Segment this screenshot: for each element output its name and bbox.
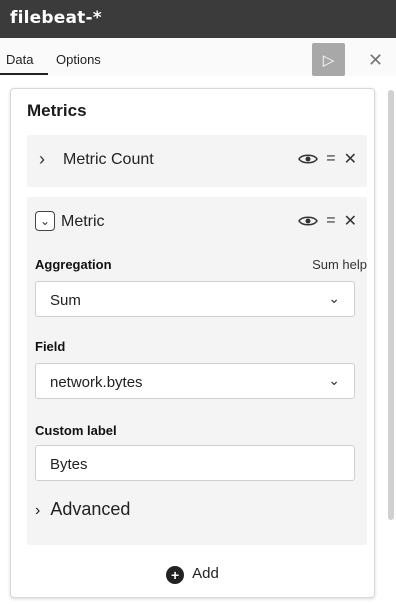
metric-title: Metric	[61, 213, 105, 230]
aggregation-help-link[interactable]: Sum help	[312, 257, 367, 272]
metric-accordion: ⌄ Metric = ✕ Aggregation Sum help Sum ⌄ …	[27, 197, 367, 545]
remove-icon[interactable]: ✕	[344, 211, 357, 231]
add-button[interactable]: + Add	[11, 565, 374, 584]
aggregation-value: Sum	[50, 292, 81, 309]
panel-title: Metrics	[27, 101, 87, 120]
eye-icon[interactable]	[298, 152, 319, 166]
field-label: Field	[35, 339, 66, 354]
aggregation-label: Aggregation	[35, 257, 112, 272]
metric-count-header[interactable]: › Metric Count = ✕	[27, 135, 367, 187]
advanced-toggle[interactable]: › Advanced	[35, 499, 130, 520]
metric-count-title: Metric Count	[63, 151, 154, 168]
plus-circle-icon: +	[166, 566, 185, 584]
field-select[interactable]: network.bytes ⌄	[35, 363, 355, 399]
drag-handle-icon[interactable]: =	[326, 212, 335, 230]
tab-options[interactable]: Options	[56, 52, 101, 67]
scrollbar[interactable]	[388, 90, 394, 520]
drag-handle-icon[interactable]: =	[326, 150, 335, 168]
add-label: Add	[192, 565, 219, 582]
metrics-panel: Metrics › Metric Count = ✕ ⌄ Metric = ✕ …	[10, 88, 375, 598]
metric-header[interactable]: ⌄ Metric = ✕	[27, 197, 367, 249]
field-value: network.bytes	[50, 374, 143, 391]
aggregation-select[interactable]: Sum ⌄	[35, 281, 355, 317]
custom-label-input[interactable]: Bytes	[35, 445, 355, 481]
run-button[interactable]: ▷	[312, 43, 345, 76]
chevron-down-icon: ⌄	[328, 372, 340, 388]
metric-count-actions: = ✕	[298, 149, 357, 169]
window-title: filebeat-*	[0, 0, 396, 38]
custom-label-label: Custom label	[35, 423, 117, 438]
tab-data-underline	[0, 73, 48, 75]
remove-icon[interactable]: ✕	[344, 149, 357, 169]
metric-actions: = ✕	[298, 211, 357, 231]
tab-data[interactable]: Data	[6, 52, 33, 67]
chevron-down-icon: ⌄	[328, 290, 340, 306]
play-icon: ▷	[322, 51, 335, 69]
chevron-right-icon[interactable]: ›	[39, 149, 45, 170]
custom-label-value: Bytes	[50, 456, 88, 473]
chevron-right-icon: ›	[35, 502, 41, 519]
eye-icon[interactable]	[298, 214, 319, 228]
close-icon[interactable]: ✕	[368, 50, 383, 71]
metric-count-accordion[interactable]: › Metric Count = ✕	[27, 135, 367, 187]
advanced-label: Advanced	[50, 499, 131, 519]
chevron-down-icon[interactable]: ⌄	[35, 211, 55, 231]
